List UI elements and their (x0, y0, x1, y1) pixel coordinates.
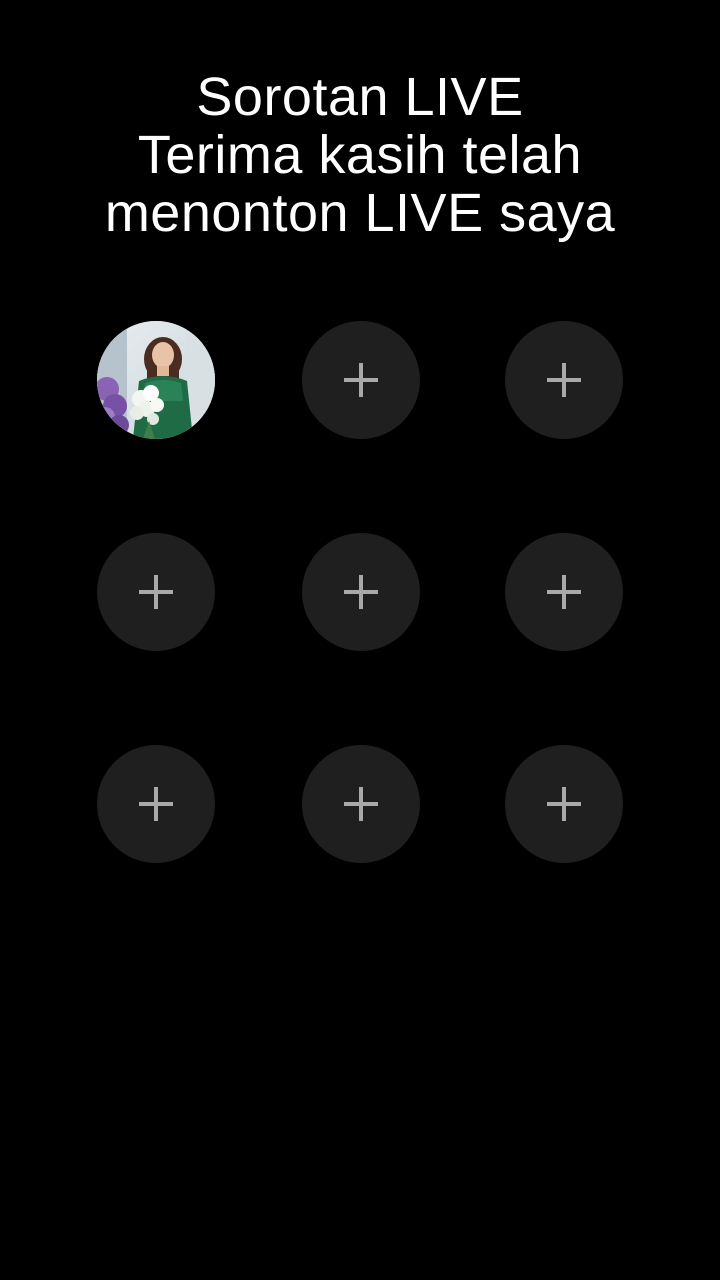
add-highlight-button[interactable] (302, 745, 420, 863)
add-highlight-button[interactable] (97, 745, 215, 863)
plus-icon (547, 575, 581, 609)
title-line-3: menonton LIVE saya (104, 183, 616, 243)
plus-icon (344, 575, 378, 609)
add-highlight-button[interactable] (302, 321, 420, 439)
title-line-2: Terima kasih telah (137, 125, 583, 185)
plus-icon (139, 787, 173, 821)
add-highlight-button[interactable] (505, 533, 623, 651)
highlight-grid (97, 321, 623, 865)
plus-icon (547, 363, 581, 397)
title-line-1: Sorotan LIVE (196, 67, 524, 127)
add-highlight-button[interactable] (505, 745, 623, 863)
plus-icon (139, 575, 173, 609)
plus-icon (547, 787, 581, 821)
plus-icon (344, 787, 378, 821)
highlight-slot-avatar[interactable] (97, 321, 215, 439)
add-highlight-button[interactable] (505, 321, 623, 439)
profile-photo (97, 321, 215, 439)
live-highlights-screen: Sorotan LIVE Terima kasih telah menonton… (0, 0, 720, 1280)
plus-icon (344, 363, 378, 397)
page-title: Sorotan LIVE Terima kasih telah menonton… (0, 68, 720, 242)
add-highlight-button[interactable] (97, 533, 215, 651)
add-highlight-button[interactable] (302, 533, 420, 651)
